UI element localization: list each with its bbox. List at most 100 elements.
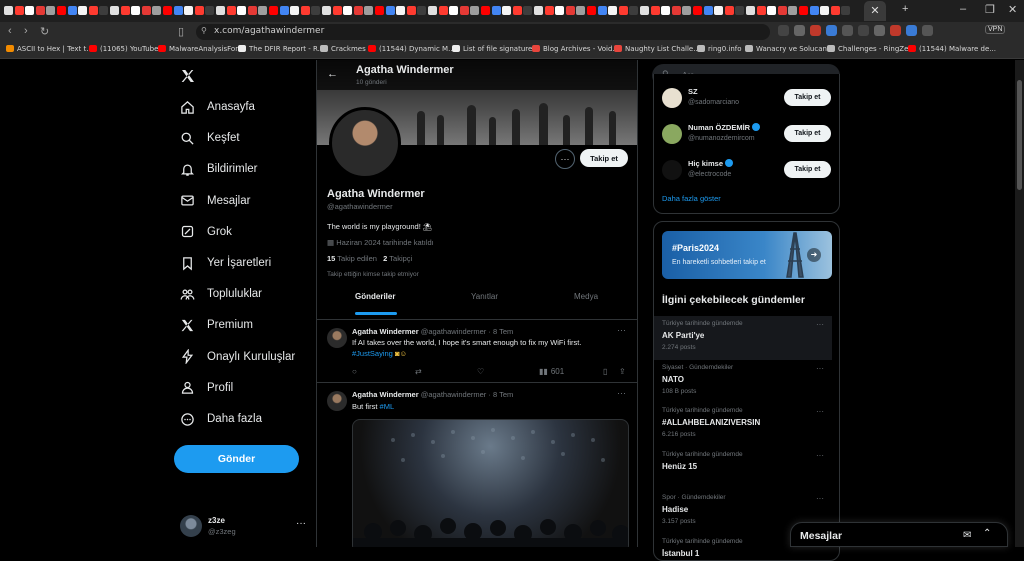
tab-favicon-icon[interactable]	[576, 6, 585, 15]
tab-favicon-icon[interactable]	[651, 6, 660, 15]
tab-media[interactable]: Medya	[574, 292, 598, 301]
extension-icon[interactable]	[858, 25, 869, 36]
tab-favicon-icon[interactable]	[36, 6, 45, 15]
more-icon[interactable]: ···	[816, 320, 824, 329]
views-stat[interactable]: ▮▮601	[539, 367, 564, 376]
tab-favicon-icon[interactable]	[364, 6, 373, 15]
sidebar-item-10[interactable]: Profil	[180, 378, 233, 398]
tab-favicon-icon[interactable]	[57, 6, 66, 15]
tab-favicon-icon[interactable]	[587, 6, 596, 15]
tab-favicon-icon[interactable]	[788, 6, 797, 15]
sidebar-item-7[interactable]: Topluluklar	[180, 284, 262, 304]
avatar[interactable]	[662, 160, 682, 180]
sidebar-item-9[interactable]: Onaylı Kuruluşlar	[180, 347, 295, 367]
tab-favicon-icon[interactable]	[714, 6, 723, 15]
x-logo-icon[interactable]	[180, 68, 196, 84]
follow-button[interactable]: Takip et	[580, 149, 628, 167]
trend-item[interactable]: Türkiye tarihinde gündemdeHenüz 15···	[654, 447, 832, 491]
tab-favicon-icon[interactable]	[205, 6, 214, 15]
tab-favicon-icon[interactable]	[142, 6, 151, 15]
tab-favicon-icon[interactable]	[449, 6, 458, 15]
reload-icon[interactable]: ↻	[40, 25, 49, 38]
tab-favicon-icon[interactable]	[545, 6, 554, 15]
tab-favicon-icon[interactable]	[841, 6, 850, 15]
tab-favicon-icon[interactable]	[227, 6, 236, 15]
tweet[interactable]: Agatha Windermer @agathawindermer · 8 Te…	[317, 383, 637, 547]
trend-item[interactable]: Siyaset · GündemdekilerNATO108 B posts··…	[654, 360, 832, 404]
tab-favicon-icon[interactable]	[693, 6, 702, 15]
forward-icon[interactable]: ›	[24, 25, 28, 37]
follow-suggestion[interactable]: Hiç kimse@electrocodeTakip et	[662, 156, 834, 186]
tab-favicon-icon[interactable]	[110, 6, 119, 15]
url-input[interactable]: ⚲ x.com/agathawindermer	[196, 24, 770, 40]
tab-favicon-icon[interactable]	[555, 6, 564, 15]
sidebar-item-3[interactable]: Bildirimler	[180, 159, 257, 179]
paris2024-promo[interactable]: #Paris2024 En hareketli sohbetleri takip…	[662, 231, 832, 279]
tab-favicon-icon[interactable]	[513, 6, 522, 15]
tab-favicon-icon[interactable]	[311, 6, 320, 15]
page-scrollbar[interactable]	[1015, 60, 1024, 547]
site-info-icon[interactable]: ⚲	[201, 26, 207, 35]
tab-favicon-icon[interactable]	[778, 6, 787, 15]
bookmark-item[interactable]: ring0.info	[697, 45, 742, 53]
more-icon[interactable]: ···	[816, 494, 824, 503]
tab-favicon-icon[interactable]	[682, 6, 691, 15]
extension-icon[interactable]	[794, 25, 805, 36]
extensions-bar[interactable]	[778, 25, 998, 39]
tab-favicon-icon[interactable]	[523, 6, 532, 15]
tab-favicon-icon[interactable]	[174, 6, 183, 15]
active-tab[interactable]: ✕	[864, 1, 886, 21]
extension-icon[interactable]	[826, 25, 837, 36]
tab-favicon-icon[interactable]	[407, 6, 416, 15]
bookmark-item[interactable]: List of file signature...	[452, 45, 539, 53]
arrow-right-icon[interactable]: ➜	[807, 248, 821, 262]
tab-favicon-icon[interactable]	[661, 6, 670, 15]
profile-avatar[interactable]	[329, 107, 401, 179]
show-more-link[interactable]: Daha fazla göster	[662, 194, 721, 203]
more-icon[interactable]: ···	[816, 451, 824, 460]
tab-favicon-icon[interactable]	[820, 6, 829, 15]
extension-icon[interactable]	[922, 25, 933, 36]
tab-favicon-icon[interactable]	[248, 6, 257, 15]
more-icon[interactable]: ···	[617, 388, 626, 398]
tab-replies[interactable]: Yanıtlar	[471, 292, 498, 301]
tab-favicon-icon[interactable]	[99, 6, 108, 15]
tab-favicon-icon[interactable]	[629, 6, 638, 15]
bookmark-item[interactable]: Crackmes	[320, 45, 366, 53]
follow-button[interactable]: Takip et	[784, 89, 831, 106]
extension-icon[interactable]	[810, 25, 821, 36]
tab-favicon-icon[interactable]	[640, 6, 649, 15]
tab-favicon-icon[interactable]	[195, 6, 204, 15]
bookmark-item[interactable]: ASCII to Hex | Text t...	[6, 45, 93, 53]
tab-favicon-icon[interactable]	[598, 6, 607, 15]
following-link[interactable]: 15 Takip edilen	[327, 254, 377, 263]
tab-favicon-icon[interactable]	[258, 6, 267, 15]
new-tab-icon[interactable]: +	[902, 3, 908, 15]
tab-favicon-icon[interactable]	[534, 6, 543, 15]
tab-favicon-icon[interactable]	[757, 6, 766, 15]
extension-icon[interactable]	[874, 25, 885, 36]
trend-item[interactable]: Türkiye tarihinde gündemdeAK Parti'ye2.2…	[654, 316, 832, 360]
extension-icon[interactable]	[890, 25, 901, 36]
tab-favicon-icon[interactable]	[46, 6, 55, 15]
sidebar-item-2[interactable]: Keşfet	[180, 128, 240, 148]
tab-favicon-icon[interactable]	[608, 6, 617, 15]
tab-favicon-icon[interactable]	[566, 6, 575, 15]
account-switcher[interactable]: z3ze @z3zeg ···	[180, 515, 310, 541]
back-arrow-icon[interactable]: ←	[327, 68, 338, 80]
sidebar-item-6[interactable]: Yer İşaretleri	[180, 253, 271, 273]
more-icon[interactable]: ···	[617, 325, 626, 335]
bookmark-item[interactable]: Wanacry ve Solucan...	[745, 45, 834, 53]
tab-favicon-icon[interactable]	[725, 6, 734, 15]
tab-favicon-icon[interactable]	[460, 6, 469, 15]
tab-favicon-icon[interactable]	[746, 6, 755, 15]
new-message-icon[interactable]: ✉	[963, 530, 971, 541]
bookmark-item[interactable]: Blog Archives - Void...	[532, 45, 619, 53]
tab-favicon-icon[interactable]	[68, 6, 77, 15]
hashtag-link[interactable]: #JustSaying	[352, 349, 393, 358]
sidebar-item-5[interactable]: Grok	[180, 222, 232, 242]
tab-favicon-icon[interactable]	[322, 6, 331, 15]
avatar[interactable]	[662, 124, 682, 144]
extension-icon[interactable]	[778, 25, 789, 36]
bookmark-item[interactable]: The DFIR Report - R...	[238, 45, 324, 53]
